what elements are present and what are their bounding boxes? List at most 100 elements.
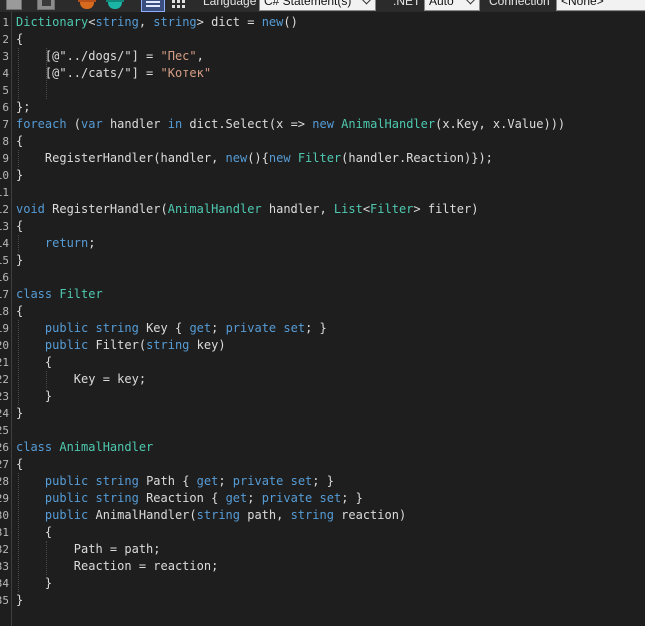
code-line[interactable]: void RegisterHandler(AnimalHandler handl… (16, 201, 478, 218)
code-token: { (16, 355, 53, 369)
code-line[interactable]: public string Path { get; private set; } (16, 473, 334, 490)
code-line[interactable]: foreach (var handler in dict.Select(x =>… (16, 116, 565, 133)
line-number: 33 (0, 560, 9, 573)
code-line[interactable]: { (16, 218, 23, 235)
code-line[interactable]: { (16, 524, 52, 541)
code-token: Dictionary (16, 15, 89, 29)
line-number: 31 (0, 526, 9, 539)
code-token: (x.Key, x.Value))) (435, 117, 566, 131)
code-line[interactable]: [@"../dogs/"] = "Пес", (16, 48, 204, 65)
code-token: "Котек" (160, 66, 212, 80)
code-token: Key { (138, 321, 190, 335)
code-token: handler (102, 117, 168, 131)
line-number: 3 (2, 50, 9, 63)
results-rich-text-icon[interactable] (141, 0, 165, 12)
code-line[interactable]: return; (16, 235, 96, 252)
code-token: return (44, 236, 89, 250)
code-token: class (16, 287, 53, 301)
line-number: 9 (2, 152, 9, 165)
code-line[interactable]: { (16, 354, 52, 371)
net-version-select[interactable]: Auto (424, 0, 480, 11)
execute-button[interactable] (6, 0, 22, 10)
code-line[interactable]: }; (16, 99, 30, 116)
line-number: 14 (0, 237, 9, 250)
code-token: path, (240, 508, 291, 522)
language-select[interactable]: C# Statement(s) (259, 0, 376, 11)
line-number: 15 (0, 254, 9, 267)
code-line[interactable]: Path = path; (16, 541, 161, 558)
code-editor[interactable]: 1234567891011121314151617181920212223242… (0, 12, 645, 626)
code-token: set (290, 474, 313, 488)
code-line[interactable]: public string Reaction { get; private se… (16, 490, 363, 507)
line-number: 29 (0, 492, 9, 505)
code-line[interactable]: { (16, 303, 23, 320)
line-number: 27 (0, 458, 9, 471)
code-token: handler, (261, 202, 334, 216)
connection-select[interactable]: <None> (556, 0, 645, 11)
code-token: [@"../cats/"] = (16, 66, 161, 80)
line-number: 10 (0, 169, 9, 182)
connection-select-value: <None> (561, 0, 604, 8)
code-line[interactable]: } (16, 388, 52, 405)
code-line[interactable]: public AnimalHandler(string path, string… (16, 507, 406, 524)
line-number: 28 (0, 475, 9, 488)
code-line[interactable]: public string Key { get; private set; } (16, 320, 327, 337)
indent-guide (46, 48, 48, 99)
results-grid-icon[interactable] (172, 0, 186, 10)
line-number: 19 (0, 322, 9, 335)
code-line[interactable]: public Filter(string key) (16, 337, 226, 354)
code-token: List (333, 202, 363, 216)
code-line[interactable]: } (16, 575, 52, 592)
code-token: AnimalHandler (59, 440, 154, 454)
line-number-gutter: 1234567891011121314151617181920212223242… (0, 12, 11, 626)
code-token: { (16, 219, 24, 233)
net-label: .NET (393, 0, 421, 8)
code-line[interactable]: } (16, 252, 23, 269)
line-number: 20 (0, 339, 9, 352)
code-token: "Пес" (160, 49, 197, 63)
line-number: 2 (2, 33, 9, 46)
language-label: Language (203, 0, 257, 8)
code-token: get (225, 491, 248, 505)
code-line[interactable]: } (16, 167, 23, 184)
code-line[interactable]: RegisterHandler(handler, new(){new Filte… (16, 150, 493, 167)
code-token: Reaction { (138, 491, 226, 505)
indent-guide (18, 235, 19, 252)
stop-button[interactable] (37, 0, 55, 10)
code-line[interactable]: class AnimalHandler (16, 439, 153, 456)
code-token: AnimalHandler (341, 117, 436, 131)
code-line[interactable]: class Filter (16, 286, 103, 303)
indent-guide (18, 48, 19, 99)
code-token: RegisterHandler(handler, (16, 151, 226, 165)
code-line[interactable]: { (16, 31, 23, 48)
indent-guide (18, 320, 19, 405)
code-line[interactable]: } (16, 405, 23, 422)
code-token: < (362, 202, 371, 216)
line-number: 7 (2, 118, 9, 131)
code-line[interactable]: } (16, 592, 23, 609)
code-line[interactable]: Dictionary<string, string> dict = new() (16, 14, 298, 31)
code-token: } (16, 593, 24, 607)
code-token: new (268, 151, 291, 165)
code-token: , (138, 15, 154, 29)
code-line[interactable]: { (16, 456, 23, 473)
code-token: private (232, 474, 284, 488)
code-line[interactable]: { (16, 133, 23, 150)
code-token: new (312, 117, 334, 131)
line-number: 5 (2, 84, 9, 97)
code-token: } (16, 576, 53, 590)
line-number: 32 (0, 543, 9, 556)
debug-step-bug-icon[interactable] (106, 0, 124, 9)
code-token: in (167, 117, 183, 131)
code-token: ( (66, 117, 82, 131)
debug-bug-icon[interactable] (78, 0, 96, 9)
line-number: 26 (0, 441, 9, 454)
line-number: 6 (2, 101, 9, 114)
line-number: 21 (0, 356, 9, 369)
code-line[interactable]: Key = key; (16, 371, 146, 388)
